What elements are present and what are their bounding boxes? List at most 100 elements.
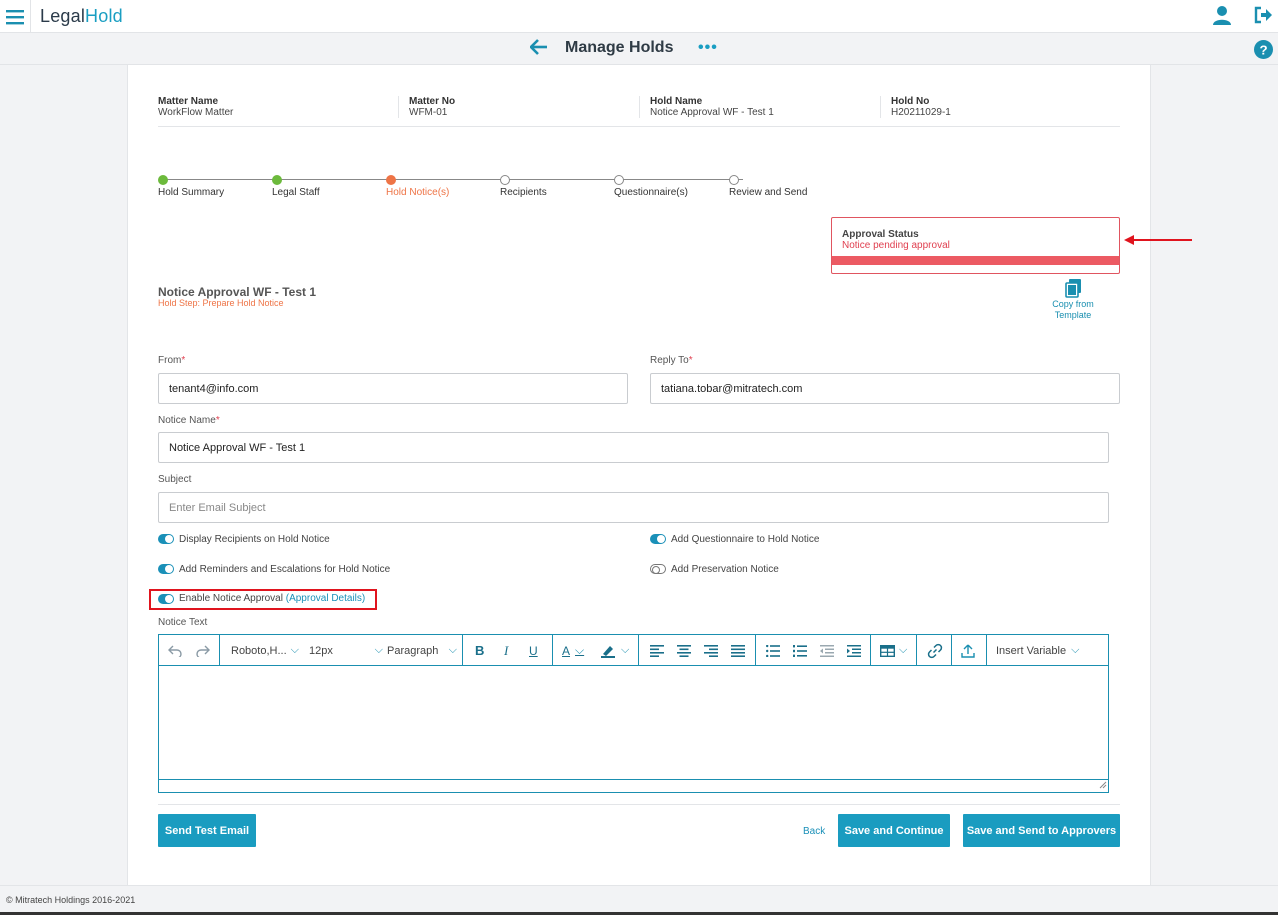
- add-questionnaire-label: Add Questionnaire to Hold Notice: [671, 534, 820, 545]
- chevron-down-icon: ⌵: [374, 644, 383, 656]
- step-legal-staff[interactable]: Legal Staff: [272, 187, 320, 198]
- hold-no-value: H20211029-1: [891, 107, 951, 118]
- more-options-icon[interactable]: •••: [698, 39, 718, 57]
- editor-statusbar: [159, 779, 1108, 792]
- notice-text-label: Notice Text: [158, 617, 208, 628]
- divider: [880, 96, 881, 118]
- page-title: Manage Holds: [565, 39, 674, 56]
- subject-label: Subject: [158, 474, 192, 485]
- back-link[interactable]: Back: [803, 826, 825, 837]
- top-bar: LegalHold: [0, 0, 1278, 33]
- approval-status-text: Notice pending approval: [842, 240, 950, 251]
- notice-hold-step: Hold Step: Prepare Hold Notice: [158, 298, 284, 308]
- copy-icon[interactable]: [1065, 279, 1082, 301]
- divider: [158, 126, 1120, 127]
- approval-status-title: Approval Status: [842, 229, 919, 240]
- approval-status-bar: [832, 256, 1119, 265]
- send-test-email-button[interactable]: Send Test Email: [158, 814, 256, 847]
- copyright-text: © Mitratech Holdings 2016-2021: [6, 895, 136, 905]
- step-dot-hold-notices[interactable]: [386, 175, 396, 185]
- step-hold-summary[interactable]: Hold Summary: [158, 187, 224, 198]
- step-dot-legal-staff[interactable]: [272, 175, 282, 185]
- display-recipients-label: Display Recipients on Hold Notice: [179, 534, 330, 545]
- annotation-highlight-box: [149, 589, 377, 610]
- align-right-icon[interactable]: [704, 635, 718, 666]
- divider: [639, 96, 640, 118]
- hold-no-label: Hold No: [891, 96, 930, 107]
- add-reminders-label: Add Reminders and Escalations for Hold N…: [179, 564, 391, 575]
- align-left-icon[interactable]: [650, 635, 664, 666]
- italic-icon[interactable]: I: [504, 635, 508, 666]
- notice-text-editor[interactable]: Roboto,H... ⌵ 12px ⌵ Paragraph ⌵ B I U A ⌵ ⌵…: [158, 634, 1109, 793]
- notice-name-label: Notice Name*: [158, 415, 220, 426]
- upload-icon[interactable]: [961, 635, 975, 666]
- resize-handle-icon[interactable]: [1099, 780, 1107, 792]
- redo-icon[interactable]: [196, 635, 210, 666]
- chevron-down-icon: ⌵: [290, 644, 299, 656]
- step-recipients[interactable]: Recipients: [500, 187, 547, 198]
- highlight-color-icon[interactable]: ⌵: [600, 635, 629, 666]
- table-icon[interactable]: ⌵: [880, 635, 907, 666]
- hold-name-label: Hold Name: [650, 96, 703, 107]
- display-recipients-toggle[interactable]: [158, 534, 174, 544]
- divider: [398, 96, 399, 118]
- add-preservation-toggle[interactable]: [650, 564, 666, 574]
- subject-input[interactable]: Enter Email Subject: [158, 492, 1109, 523]
- bold-icon[interactable]: B: [475, 635, 484, 666]
- stepper-track: [163, 179, 743, 180]
- font-family-select[interactable]: Roboto,H... ⌵: [231, 635, 299, 666]
- chevron-down-icon: ⌵: [448, 644, 457, 656]
- step-dot-recipients[interactable]: [500, 175, 510, 185]
- app-logo[interactable]: LegalHold: [40, 6, 123, 27]
- matter-no-label: Matter No: [409, 96, 456, 107]
- add-preservation-label: Add Preservation Notice: [671, 564, 779, 575]
- step-hold-notices[interactable]: Hold Notice(s): [386, 187, 449, 198]
- matter-no-value: WFM-01: [409, 107, 448, 118]
- link-icon[interactable]: [927, 635, 943, 666]
- chevron-down-icon: ⌵: [1071, 644, 1080, 656]
- user-icon[interactable]: [1212, 5, 1232, 28]
- editor-toolbar: Roboto,H... ⌵ 12px ⌵ Paragraph ⌵ B I U A ⌵ ⌵…: [159, 635, 1108, 666]
- bullet-list-icon[interactable]: [766, 635, 780, 666]
- logout-icon[interactable]: [1253, 5, 1273, 28]
- undo-icon[interactable]: [168, 635, 182, 666]
- help-icon[interactable]: ?: [1254, 40, 1273, 62]
- text-color-icon[interactable]: A ⌵: [562, 635, 584, 666]
- svg-text:?: ?: [1259, 42, 1267, 57]
- notice-title: Notice Approval WF - Test 1: [158, 285, 317, 299]
- add-questionnaire-toggle[interactable]: [650, 534, 666, 544]
- hold-name-value: Notice Approval WF - Test 1: [650, 107, 774, 118]
- matter-name-value: WorkFlow Matter: [158, 107, 234, 118]
- underline-icon[interactable]: U: [529, 635, 538, 666]
- insert-variable-select[interactable]: Insert Variable ⌵: [996, 635, 1079, 666]
- align-justify-icon[interactable]: [731, 635, 745, 666]
- align-center-icon[interactable]: [677, 635, 691, 666]
- numbered-list-icon[interactable]: [793, 635, 807, 666]
- matter-name-label: Matter Name: [158, 96, 219, 107]
- reply-to-field[interactable]: tatiana.tobar@mitratech.com: [650, 373, 1120, 404]
- back-arrow-icon[interactable]: [529, 39, 548, 58]
- outdent-icon[interactable]: [820, 635, 834, 666]
- from-label: From*: [158, 355, 186, 366]
- step-dot-review-send[interactable]: [729, 175, 739, 185]
- step-dot-hold-summary[interactable]: [158, 175, 168, 185]
- save-and-send-to-approvers-button[interactable]: Save and Send to Approvers: [963, 814, 1120, 847]
- step-dot-questionnaires[interactable]: [614, 175, 624, 185]
- from-field[interactable]: tenant4@info.com: [158, 373, 628, 404]
- indent-icon[interactable]: [847, 635, 861, 666]
- save-and-continue-button[interactable]: Save and Continue: [838, 814, 950, 847]
- add-reminders-toggle[interactable]: [158, 564, 174, 574]
- block-format-select[interactable]: Paragraph ⌵: [387, 635, 457, 666]
- divider: [158, 804, 1120, 805]
- footer: © Mitratech Holdings 2016-2021: [0, 885, 1278, 913]
- notice-name-field[interactable]: Notice Approval WF - Test 1: [158, 432, 1109, 463]
- copy-from-template-link[interactable]: Copy from Template: [1040, 299, 1106, 321]
- page-header: Manage Holds ••• ?: [0, 33, 1278, 65]
- step-review-send[interactable]: Review and Send: [729, 187, 807, 198]
- reply-to-label: Reply To*: [650, 355, 693, 366]
- font-size-select[interactable]: 12px ⌵: [309, 635, 383, 666]
- menu-icon[interactable]: [0, 0, 31, 33]
- annotation-arrow-icon: [1123, 234, 1193, 249]
- approval-status-card: Approval Status Notice pending approval: [831, 217, 1120, 274]
- step-questionnaires[interactable]: Questionnaire(s): [614, 187, 688, 198]
